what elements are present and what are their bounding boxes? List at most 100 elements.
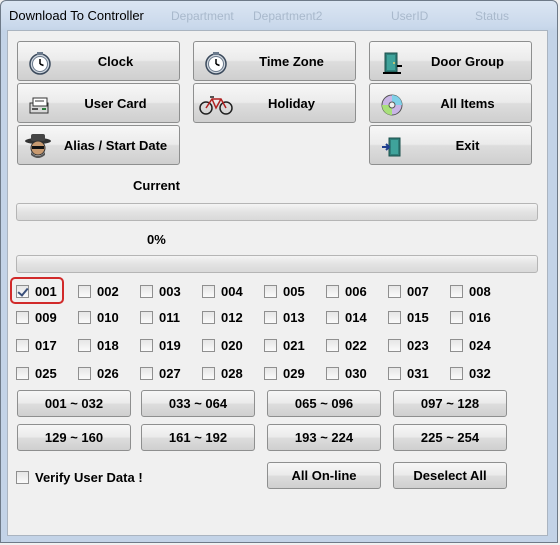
overall-progress-bar: [16, 255, 538, 273]
controller-number-label: 022: [345, 337, 367, 353]
controller-checkbox[interactable]: 025: [16, 364, 57, 382]
checkbox-box[interactable]: [326, 366, 339, 380]
holiday-button[interactable]: Holiday: [193, 83, 356, 123]
checkbox-box[interactable]: [264, 284, 277, 298]
range-button[interactable]: 065 ~ 096: [267, 390, 381, 417]
checkbox-box[interactable]: [388, 284, 401, 298]
checkbox-box[interactable]: [202, 284, 215, 298]
controller-number-label: 004: [221, 283, 243, 299]
all-items-button[interactable]: All Items: [369, 83, 532, 123]
user-card-button[interactable]: User Card: [17, 83, 180, 123]
checkbox-box[interactable]: [388, 366, 401, 380]
controller-checkbox[interactable]: 022: [326, 336, 367, 354]
controller-checkbox[interactable]: 010: [78, 308, 119, 326]
controller-checkbox[interactable]: 026: [78, 364, 119, 382]
checkbox-box[interactable]: [16, 470, 29, 484]
controller-number-label: 006: [345, 283, 367, 299]
controller-checkbox[interactable]: 015: [388, 308, 429, 326]
checkbox-box[interactable]: [450, 284, 463, 298]
clock-icon: [202, 49, 230, 77]
range-button[interactable]: 129 ~ 160: [17, 424, 131, 451]
controller-checkbox[interactable]: 014: [326, 308, 367, 326]
checkbox-box[interactable]: [264, 338, 277, 352]
controller-number-label: 010: [97, 309, 119, 325]
controller-number-label: 018: [97, 337, 119, 353]
controller-checkbox[interactable]: 007: [388, 282, 429, 300]
controller-checkbox[interactable]: 020: [202, 336, 243, 354]
controller-checkbox[interactable]: 006: [326, 282, 367, 300]
all-online-button[interactable]: All On-line: [267, 462, 381, 489]
range-button[interactable]: 161 ~ 192: [141, 424, 255, 451]
checkbox-box[interactable]: [78, 310, 91, 324]
deselect-all-button[interactable]: Deselect All: [393, 462, 507, 489]
checkbox-box[interactable]: [16, 366, 29, 380]
controller-checkbox[interactable]: 011: [140, 308, 180, 326]
range-button[interactable]: 033 ~ 064: [141, 390, 255, 417]
alias-start-date-button[interactable]: Alias / Start Date: [17, 125, 180, 165]
checkbox-box[interactable]: [140, 284, 153, 298]
controller-checkbox[interactable]: 023: [388, 336, 429, 354]
controller-checkbox[interactable]: 012: [202, 308, 243, 326]
checkbox-box[interactable]: [202, 366, 215, 380]
controller-checkbox[interactable]: 032: [450, 364, 491, 382]
checkbox-box[interactable]: [16, 338, 29, 352]
door-group-button[interactable]: Door Group: [369, 41, 532, 81]
checkbox-box[interactable]: [326, 338, 339, 352]
controller-checkbox[interactable]: 028: [202, 364, 243, 382]
checkbox-box[interactable]: [450, 310, 463, 324]
background-label: Status: [475, 9, 510, 23]
time-zone-button[interactable]: Time Zone: [193, 41, 356, 81]
range-button[interactable]: 193 ~ 224: [267, 424, 381, 451]
range-button[interactable]: 001 ~ 032: [17, 390, 131, 417]
checkbox-box[interactable]: [326, 284, 339, 298]
controller-checkbox[interactable]: 002: [78, 282, 119, 300]
controller-checkbox[interactable]: 009: [16, 308, 57, 326]
controller-checkbox[interactable]: 030: [326, 364, 367, 382]
controller-number-label: 020: [221, 337, 243, 353]
background-label: Department2: [253, 9, 323, 23]
checkbox-box[interactable]: [78, 284, 91, 298]
current-progress-bar: [16, 203, 538, 221]
controller-checkbox[interactable]: 019: [140, 336, 181, 354]
controller-checkbox[interactable]: 013: [264, 308, 305, 326]
controller-number-label: 032: [469, 365, 491, 381]
range-button[interactable]: 097 ~ 128: [393, 390, 507, 417]
controller-checkbox[interactable]: 027: [140, 364, 181, 382]
range-button[interactable]: 225 ~ 254: [393, 424, 507, 451]
controller-checkbox[interactable]: 029: [264, 364, 305, 382]
controller-checkbox[interactable]: 016: [450, 308, 491, 326]
exit-button[interactable]: Exit: [369, 125, 532, 165]
holiday-label: Holiday: [268, 95, 315, 111]
clock-button[interactable]: Clock: [17, 41, 180, 81]
checkbox-box[interactable]: [388, 338, 401, 352]
controller-checkbox[interactable]: 008: [450, 282, 491, 300]
controller-checkbox[interactable]: 018: [78, 336, 119, 354]
verify-user-data-checkbox[interactable]: Verify User Data !: [16, 468, 143, 486]
checkbox-box[interactable]: [202, 310, 215, 324]
title-bar[interactable]: Download To Controller Department Depart…: [1, 1, 557, 31]
controller-checkbox[interactable]: 031: [388, 364, 429, 382]
card-reader-icon: [26, 91, 54, 119]
checkbox-box[interactable]: [450, 366, 463, 380]
checkbox-box[interactable]: [264, 310, 277, 324]
exit-door-icon: [378, 133, 406, 161]
checkbox-box[interactable]: [16, 310, 29, 324]
controller-checkbox[interactable]: 004: [202, 282, 243, 300]
controller-checkbox[interactable]: 003: [140, 282, 181, 300]
checkbox-box[interactable]: [78, 338, 91, 352]
controller-number-label: 007: [407, 283, 429, 299]
checkbox-box[interactable]: [450, 338, 463, 352]
door-group-label: Door Group: [431, 53, 504, 69]
controller-checkbox[interactable]: 017: [16, 336, 57, 354]
checkbox-box[interactable]: [264, 366, 277, 380]
checkbox-box[interactable]: [388, 310, 401, 324]
checkbox-box[interactable]: [140, 338, 153, 352]
controller-checkbox[interactable]: 005: [264, 282, 305, 300]
checkbox-box[interactable]: [78, 366, 91, 380]
controller-checkbox[interactable]: 021: [264, 336, 305, 354]
checkbox-box[interactable]: [326, 310, 339, 324]
checkbox-box[interactable]: [202, 338, 215, 352]
checkbox-box[interactable]: [140, 366, 153, 380]
controller-checkbox[interactable]: 024: [450, 336, 491, 354]
checkbox-box[interactable]: [140, 310, 153, 324]
